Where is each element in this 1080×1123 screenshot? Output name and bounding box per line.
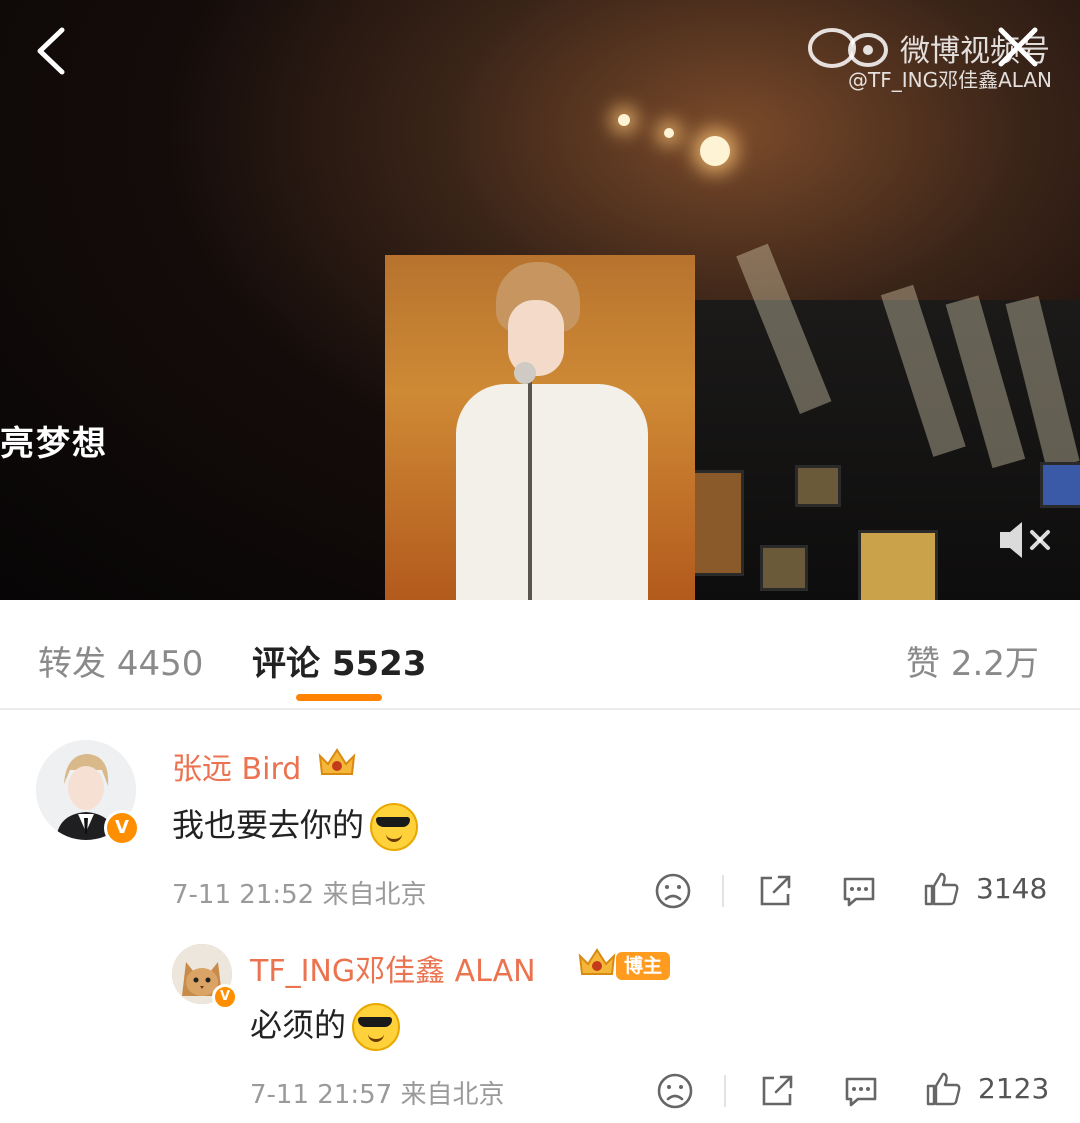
mute-icon[interactable] (994, 514, 1056, 566)
close-icon[interactable] (993, 22, 1043, 72)
microphone (514, 362, 536, 384)
action-divider (722, 875, 724, 907)
comment-username[interactable]: 张远 Bird (172, 744, 301, 788)
cool-sunglasses-emoji-icon (370, 803, 419, 851)
tab-comment-label: 评论 (252, 644, 320, 684)
verified-v-badge-icon: V (212, 984, 238, 1010)
reply-meta: 7-11 21:57 来自北京 (250, 1074, 504, 1111)
comment-icon[interactable] (842, 1072, 880, 1110)
stage-tv (858, 530, 938, 600)
tab-repost[interactable]: 转发 4450 (38, 636, 203, 685)
like-count: 3148 (976, 872, 1048, 905)
tab-like-label: 赞 (906, 644, 940, 684)
comment-icon[interactable] (840, 872, 878, 910)
dislike-face-icon[interactable] (656, 1072, 694, 1110)
cool-sunglasses-emoji-icon (352, 1003, 401, 1051)
lyric-subtitle: 亮梦想 (0, 424, 108, 464)
reply-text: 必须的 (250, 1006, 347, 1044)
comment-body: 我也要去你的 (172, 800, 419, 851)
like-thumb-icon[interactable] (922, 870, 960, 908)
like-count: 2123 (978, 1072, 1050, 1105)
reply-username[interactable]: TF_ING邓佳鑫 ALAN (250, 946, 536, 990)
crown-badge-icon (578, 948, 616, 975)
weibo-logo-icon (808, 28, 888, 68)
reply-location: 来自北京 (400, 1080, 505, 1110)
stage-tv (795, 465, 841, 507)
tab-comment[interactable]: 评论 5523 (252, 636, 426, 685)
share-icon[interactable] (756, 872, 794, 910)
tab-like-count: 2.2万 (950, 644, 1039, 684)
stage-tv (760, 545, 808, 591)
mic-stand (528, 372, 532, 600)
reply-time: 7-11 21:57 (250, 1080, 393, 1110)
action-divider (724, 1075, 726, 1107)
verified-v-badge-icon: V (104, 810, 140, 846)
tab-repost-count: 4450 (116, 644, 204, 684)
crown-badge-icon (318, 748, 356, 775)
like-thumb-icon[interactable] (924, 1070, 962, 1108)
tab-comment-count: 5523 (331, 644, 427, 684)
comment-location: 来自北京 (322, 880, 427, 910)
tab-repost-label: 转发 (38, 644, 106, 684)
active-tab-indicator (296, 694, 382, 701)
reply-body: 必须的 (250, 1000, 401, 1051)
comment-meta: 7-11 21:52 来自北京 (172, 874, 426, 911)
stage-tv (1040, 462, 1080, 508)
spotlight (664, 128, 674, 138)
spotlight (700, 136, 730, 166)
engagement-tabs: 转发 4450 评论 5523 赞 2.2万 (0, 600, 1080, 710)
tab-like[interactable]: 赞 2.2万 (906, 636, 1039, 685)
share-icon[interactable] (758, 1072, 796, 1110)
singer (456, 384, 648, 600)
author-badge: 博主 (616, 952, 671, 980)
stage-tv (688, 470, 744, 576)
dislike-face-icon[interactable] (654, 872, 692, 910)
comment-text: 我也要去你的 (172, 806, 365, 844)
back-chevron-icon[interactable] (28, 26, 78, 76)
spotlight (618, 114, 630, 126)
comment-time: 7-11 21:52 (172, 880, 315, 910)
